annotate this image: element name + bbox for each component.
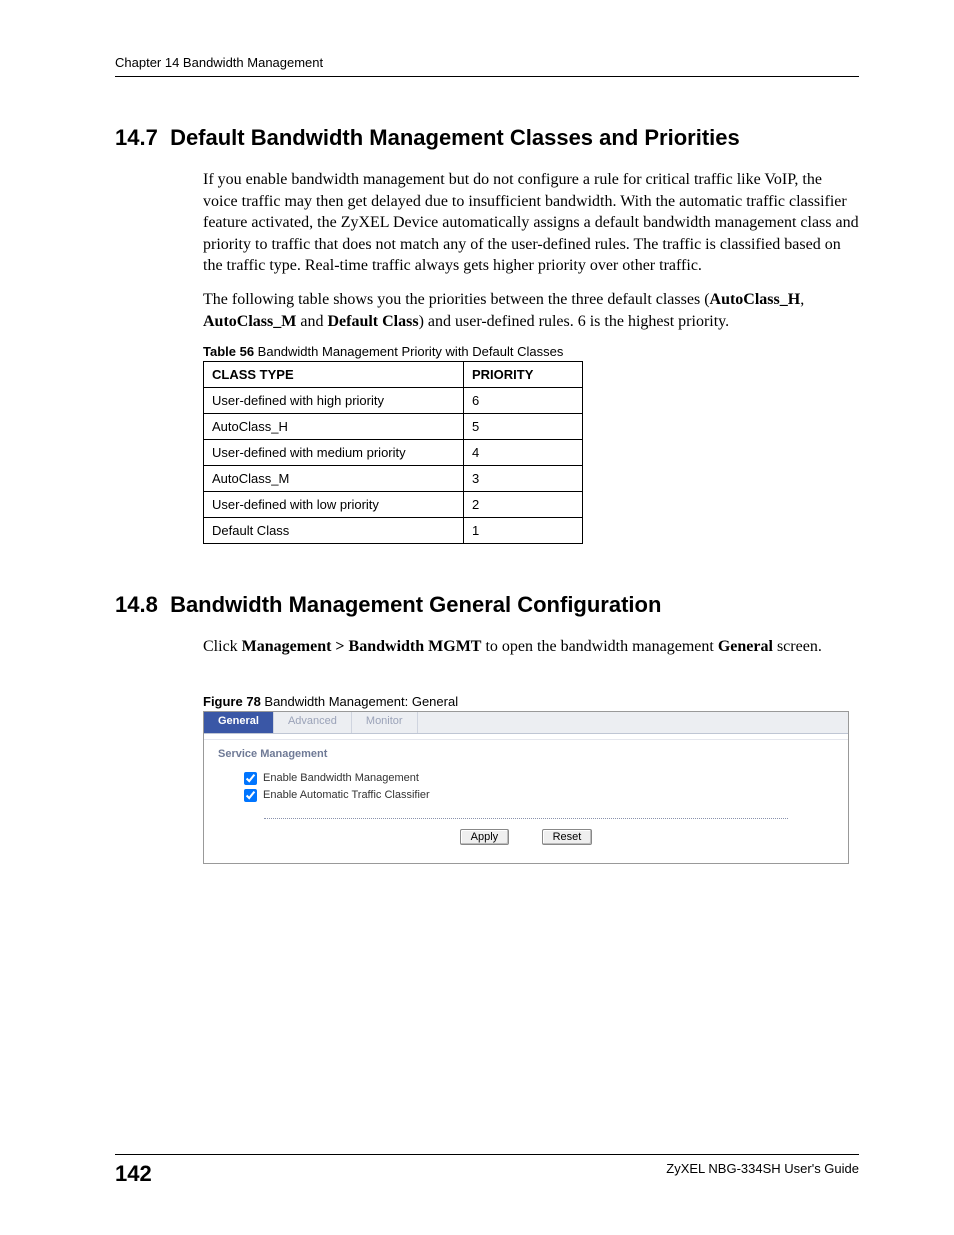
tab-monitor[interactable]: Monitor: [352, 712, 418, 733]
table-row: Default Class1: [204, 518, 583, 544]
tab-general[interactable]: General: [204, 712, 274, 733]
chapter-header: Chapter 14 Bandwidth Management: [115, 55, 859, 77]
enable-bandwidth-row: Enable Bandwidth Management: [204, 770, 848, 787]
section1-para1: If you enable bandwidth management but d…: [203, 169, 859, 277]
enable-classifier-row: Enable Automatic Traffic Classifier: [204, 787, 848, 804]
section-14-8-heading: 14.8 Bandwidth Management General Config…: [115, 592, 859, 618]
enable-bandwidth-checkbox[interactable]: [244, 772, 257, 785]
apply-button[interactable]: Apply: [460, 829, 510, 845]
table-header-row: CLASS TYPE PRIORITY: [204, 362, 583, 388]
text-fragment: to open the bandwidth management: [481, 638, 717, 655]
text-bold: Default Class: [327, 313, 418, 330]
text-fragment: and: [296, 313, 327, 330]
cell-priority: 3: [464, 466, 583, 492]
button-row: Apply Reset: [204, 819, 848, 863]
table-row: AutoClass_H5: [204, 414, 583, 440]
text-bold: General: [718, 638, 773, 655]
cell-class: Default Class: [204, 518, 464, 544]
text-bold: AutoClass_M: [203, 313, 296, 330]
figure-78-screenshot: General Advanced Monitor Service Managem…: [203, 711, 849, 864]
cell-priority: 5: [464, 414, 583, 440]
page-footer: 142 ZyXEL NBG-334SH User's Guide: [115, 1154, 859, 1187]
section2-para: Click Management > Bandwidth MGMT to ope…: [203, 636, 859, 658]
caption-text: Bandwidth Management: General: [261, 694, 458, 709]
guide-name: ZyXEL NBG-334SH User's Guide: [666, 1161, 859, 1176]
section1-para2: The following table shows you the priori…: [203, 289, 859, 332]
text-bold: Management > Bandwidth MGMT: [242, 638, 482, 655]
text-bold: AutoClass_H: [710, 291, 801, 308]
enable-classifier-label: Enable Automatic Traffic Classifier: [263, 789, 430, 801]
table-row: AutoClass_M3: [204, 466, 583, 492]
cell-class: AutoClass_M: [204, 466, 464, 492]
table-row: User-defined with medium priority4: [204, 440, 583, 466]
page-number: 142: [115, 1161, 152, 1187]
table-56-caption: Table 56 Bandwidth Management Priority w…: [203, 344, 859, 359]
enable-classifier-checkbox[interactable]: [244, 789, 257, 802]
table-row: User-defined with high priority6: [204, 388, 583, 414]
section-number: 14.8: [115, 592, 158, 617]
caption-bold: Figure 78: [203, 694, 261, 709]
cell-class: User-defined with medium priority: [204, 440, 464, 466]
cell-priority: 6: [464, 388, 583, 414]
section-14-7-heading: 14.7 Default Bandwidth Management Classe…: [115, 125, 859, 151]
tab-bar: General Advanced Monitor: [204, 712, 848, 734]
col-class-type: CLASS TYPE: [204, 362, 464, 388]
caption-text: Bandwidth Management Priority with Defau…: [254, 344, 563, 359]
table-row: User-defined with low priority2: [204, 492, 583, 518]
cell-priority: 2: [464, 492, 583, 518]
cell-class: AutoClass_H: [204, 414, 464, 440]
cell-class: User-defined with low priority: [204, 492, 464, 518]
reset-button[interactable]: Reset: [542, 829, 593, 845]
col-priority: PRIORITY: [464, 362, 583, 388]
tab-advanced[interactable]: Advanced: [274, 712, 352, 733]
cell-class: User-defined with high priority: [204, 388, 464, 414]
text-fragment: The following table shows you the priori…: [203, 291, 710, 308]
text-fragment: Click: [203, 638, 242, 655]
figure-78-caption: Figure 78 Bandwidth Management: General: [203, 694, 859, 709]
caption-bold: Table 56: [203, 344, 254, 359]
text-fragment: ) and user-defined rules. 6 is the highe…: [419, 313, 730, 330]
service-management-label: Service Management: [204, 740, 848, 764]
cell-priority: 1: [464, 518, 583, 544]
section-title: Bandwidth Management General Configurati…: [170, 592, 661, 617]
text-fragment: screen.: [773, 638, 822, 655]
section-number: 14.7: [115, 125, 158, 150]
text-fragment: ,: [800, 291, 804, 308]
section-title: Default Bandwidth Management Classes and…: [170, 125, 740, 150]
table-56: CLASS TYPE PRIORITY User-defined with hi…: [203, 361, 583, 544]
enable-bandwidth-label: Enable Bandwidth Management: [263, 772, 419, 784]
cell-priority: 4: [464, 440, 583, 466]
